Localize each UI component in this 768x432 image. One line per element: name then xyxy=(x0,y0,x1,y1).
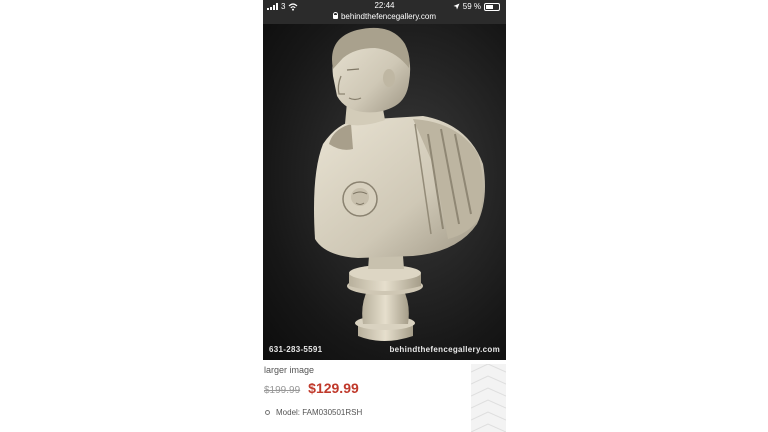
thumbnail-image[interactable] xyxy=(471,364,506,432)
battery-icon xyxy=(484,2,500,11)
larger-image-link[interactable]: larger image xyxy=(264,365,314,375)
status-bar: 3 22:44 59 % behindthefencegallery.com xyxy=(263,0,506,24)
roman-bust-illustration xyxy=(314,27,485,341)
sale-price: $129.99 xyxy=(308,380,359,396)
pattern-thumbnail-icon xyxy=(471,364,506,432)
bullet-icon xyxy=(265,410,270,415)
spec-list-item: Model: FAM030501RSH xyxy=(263,408,362,417)
address-bar[interactable]: behindthefencegallery.com xyxy=(263,11,506,21)
watermark-phone: 631-283-5591 xyxy=(269,345,323,354)
phone-screen: 3 22:44 59 % behindthefencegallery.com 6… xyxy=(263,0,506,432)
status-right: 59 % xyxy=(453,2,500,11)
watermark-site: behindthefencegallery.com xyxy=(389,345,500,354)
product-image[interactable]: 631-283-5591 behindthefencegallery.com xyxy=(263,24,506,360)
lock-icon xyxy=(332,11,338,19)
original-price: $199.99 xyxy=(264,385,301,396)
model-number: Model: FAM030501RSH xyxy=(276,408,363,417)
url-text[interactable]: behindthefencegallery.com xyxy=(341,12,436,21)
battery-percent: 59 % xyxy=(462,2,481,11)
location-arrow-icon xyxy=(453,3,460,10)
price-row: $199.99 $129.99 xyxy=(264,380,359,396)
